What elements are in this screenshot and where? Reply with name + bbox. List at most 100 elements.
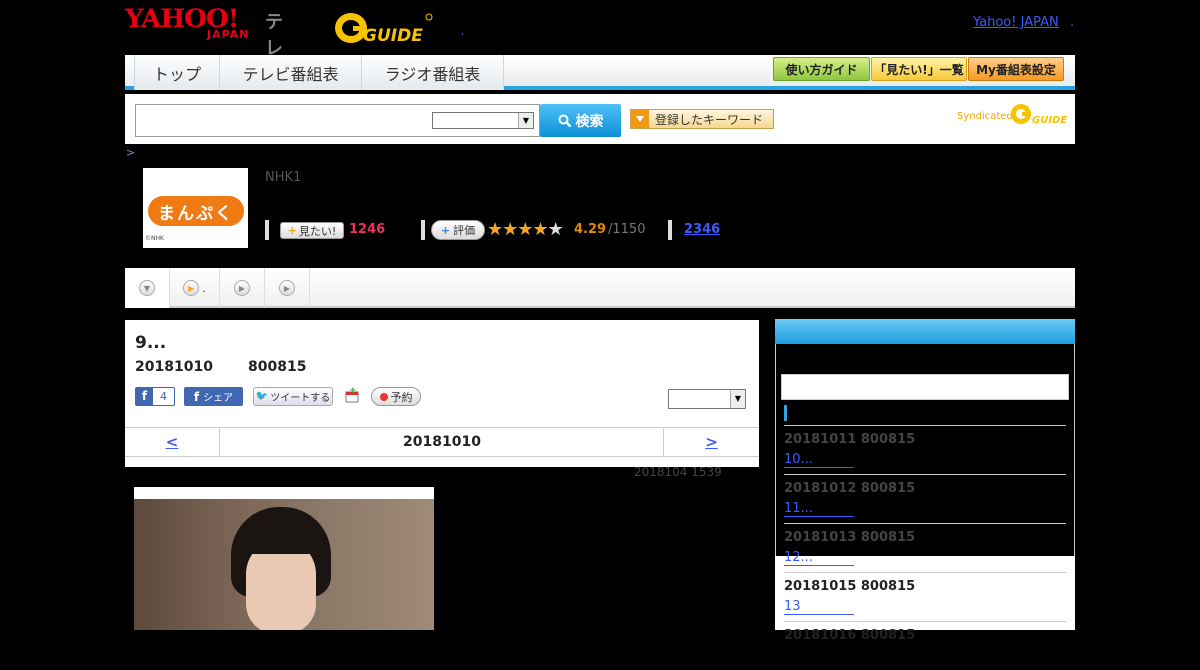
sidebar-episode-link[interactable]: 11... [784, 502, 854, 517]
sidebar-episode-date: 20181011 800815 [784, 432, 916, 447]
search-icon [558, 114, 571, 127]
sidebar-header [775, 319, 1075, 344]
nav-tab-radio-schedule[interactable]: ラジオ番組表 [362, 55, 504, 90]
star-icon: ★ [487, 219, 503, 240]
sidebar-field [781, 374, 1069, 400]
rating-count: /1150 [608, 222, 646, 237]
twitter-icon: 🐦 [255, 391, 269, 402]
search-category-select[interactable]: ▼ [432, 112, 534, 129]
sidebar-episode-item[interactable]: 20181013 800815 12... [784, 523, 1066, 572]
sidebar-episode-date: 20181013 800815 [784, 530, 916, 545]
play-icon: ▶ [279, 280, 295, 296]
mitai-count: 1246 [349, 222, 386, 237]
syndicated-g-guide-logo: GUIDE [1011, 104, 1067, 126]
g-guide-logo: GUIDE [335, 13, 433, 44]
rate-label: 評価 [453, 224, 476, 237]
subtab-2-label: . [202, 281, 206, 295]
header-dot: . [1070, 15, 1075, 30]
episode-pager: < 20181010 > [125, 427, 759, 457]
chevron-down-icon: ▼ [139, 280, 155, 296]
reserve-label: 予約 [390, 390, 413, 404]
current-episode-date: 20181010 [403, 434, 481, 450]
registered-keyword-label: 登録したキーワード [655, 112, 764, 127]
episode-time: 800815 [248, 359, 307, 375]
nav-edge [125, 55, 135, 90]
divider [668, 220, 672, 240]
thumbnail-credit: ©NHK [145, 235, 164, 242]
sidebar-section-marker [784, 405, 787, 421]
play-icon: ▶ [183, 280, 200, 296]
subtab-4[interactable]: ▶ [265, 268, 310, 308]
episode-title: 9... [135, 333, 167, 353]
g-guide-text: GUIDE [363, 26, 423, 44]
star-icon: ★ [502, 219, 518, 240]
star-icon: ★ [547, 219, 564, 240]
facebook-share-label: シェア [203, 393, 234, 404]
rating-stars: ★★★★★ [487, 219, 564, 240]
recorder-select[interactable]: ▼ [668, 389, 746, 409]
my-schedule-settings-button[interactable]: My番組表設定 [968, 57, 1064, 81]
yahoo-japan-text: JAPAN [207, 28, 250, 41]
review-count-link[interactable]: 2346 [684, 222, 720, 237]
syndicated-label: Syndicated [957, 111, 1013, 122]
program-logo: まんぷく [148, 196, 244, 226]
episode-sidebar: 20181011 800815 10... 20181012 800815 11… [775, 319, 1075, 643]
sidebar-episode-link[interactable]: 10... [784, 453, 854, 468]
photo-bangs [241, 519, 323, 554]
facebook-share-button[interactable]: f シェア [184, 387, 243, 406]
sidebar-episode-item[interactable]: 20181016 800815 [784, 621, 1066, 670]
mitai-list-button[interactable]: 「見たい!」一覧 [871, 57, 967, 81]
rate-button[interactable]: + 評価 [431, 220, 485, 240]
dropdown-arrow-icon [631, 110, 649, 128]
program-subtabs: ▼ ▶ . ▶ ▶ [125, 268, 1075, 308]
mitai-label: 見たい! [298, 224, 337, 238]
program-thumbnail: まんぷく ©NHK [143, 168, 248, 248]
yahoo-japan-link[interactable]: Yahoo! JAPAN [973, 15, 1059, 30]
svg-text:+: + [349, 387, 357, 396]
previous-episode-link[interactable]: < [125, 428, 220, 456]
chevron-down-icon: ▼ [730, 390, 745, 408]
search-button[interactable]: 検索 [540, 104, 621, 137]
header-mark: , [461, 26, 465, 37]
add-calendar-icon[interactable]: + [344, 386, 360, 403]
mitai-button[interactable]: + 見たい! [280, 222, 344, 239]
subtab-2[interactable]: ▶ . [170, 268, 220, 308]
divider [421, 220, 425, 240]
rating-value: 4.29 [574, 222, 607, 237]
tweet-button[interactable]: 🐦 ツイートする [253, 387, 333, 406]
sidebar-episode-date: 20181012 800815 [784, 481, 916, 496]
registered-keyword-button[interactable]: 登録したキーワード [630, 109, 774, 129]
record-icon [379, 392, 388, 401]
subtab-3[interactable]: ▶ [220, 268, 265, 308]
star-icon: ★ [517, 219, 533, 240]
updated-timestamp: 2018104 1539 [634, 465, 722, 479]
sidebar-episode-item[interactable]: 20181011 800815 10... [784, 425, 1066, 474]
sidebar-episode-link[interactable]: 13 [784, 600, 854, 615]
guide-button[interactable]: 使い方ガイド [773, 57, 870, 81]
syndicated-g-text: GUIDE [1032, 115, 1067, 126]
reserve-button[interactable]: 予約 [371, 387, 421, 406]
sidebar-episode-date: 20181016 800815 [784, 628, 916, 643]
star-icon: ★ [532, 219, 548, 240]
episode-photo [134, 487, 434, 630]
channel-name: NHK1 [265, 170, 302, 185]
facebook-icon: f [136, 388, 153, 405]
subtab-overview[interactable]: ▼ [125, 268, 170, 308]
plus-icon: + [440, 223, 451, 237]
search-button-label: 検索 [575, 113, 604, 130]
sidebar-episode-link[interactable]: 12... [784, 551, 854, 566]
sidebar-episode-item[interactable]: 20181012 800815 11... [784, 474, 1066, 523]
nav-tab-top[interactable]: トップ [135, 55, 220, 90]
breadcrumb[interactable]: > [126, 146, 135, 159]
nav-tab-tv-schedule[interactable]: テレビ番組表 [220, 55, 362, 90]
sidebar-episode-item[interactable]: 20181015 800815 13 [784, 572, 1066, 621]
episode-date: 20181010 [135, 359, 213, 375]
facebook-like-count: 4 [160, 390, 167, 403]
next-episode-link[interactable]: > [663, 428, 759, 456]
global-nav: トップ テレビ番組表 ラジオ番組表 使い方ガイド 「見たい!」一覧 My番組表設… [125, 55, 1075, 90]
tweet-label: ツイートする [270, 393, 331, 404]
photo-scene [134, 499, 434, 630]
facebook-like-button[interactable]: f 4 [135, 387, 175, 406]
facebook-icon: f [193, 389, 200, 404]
play-icon: ▶ [234, 280, 250, 296]
